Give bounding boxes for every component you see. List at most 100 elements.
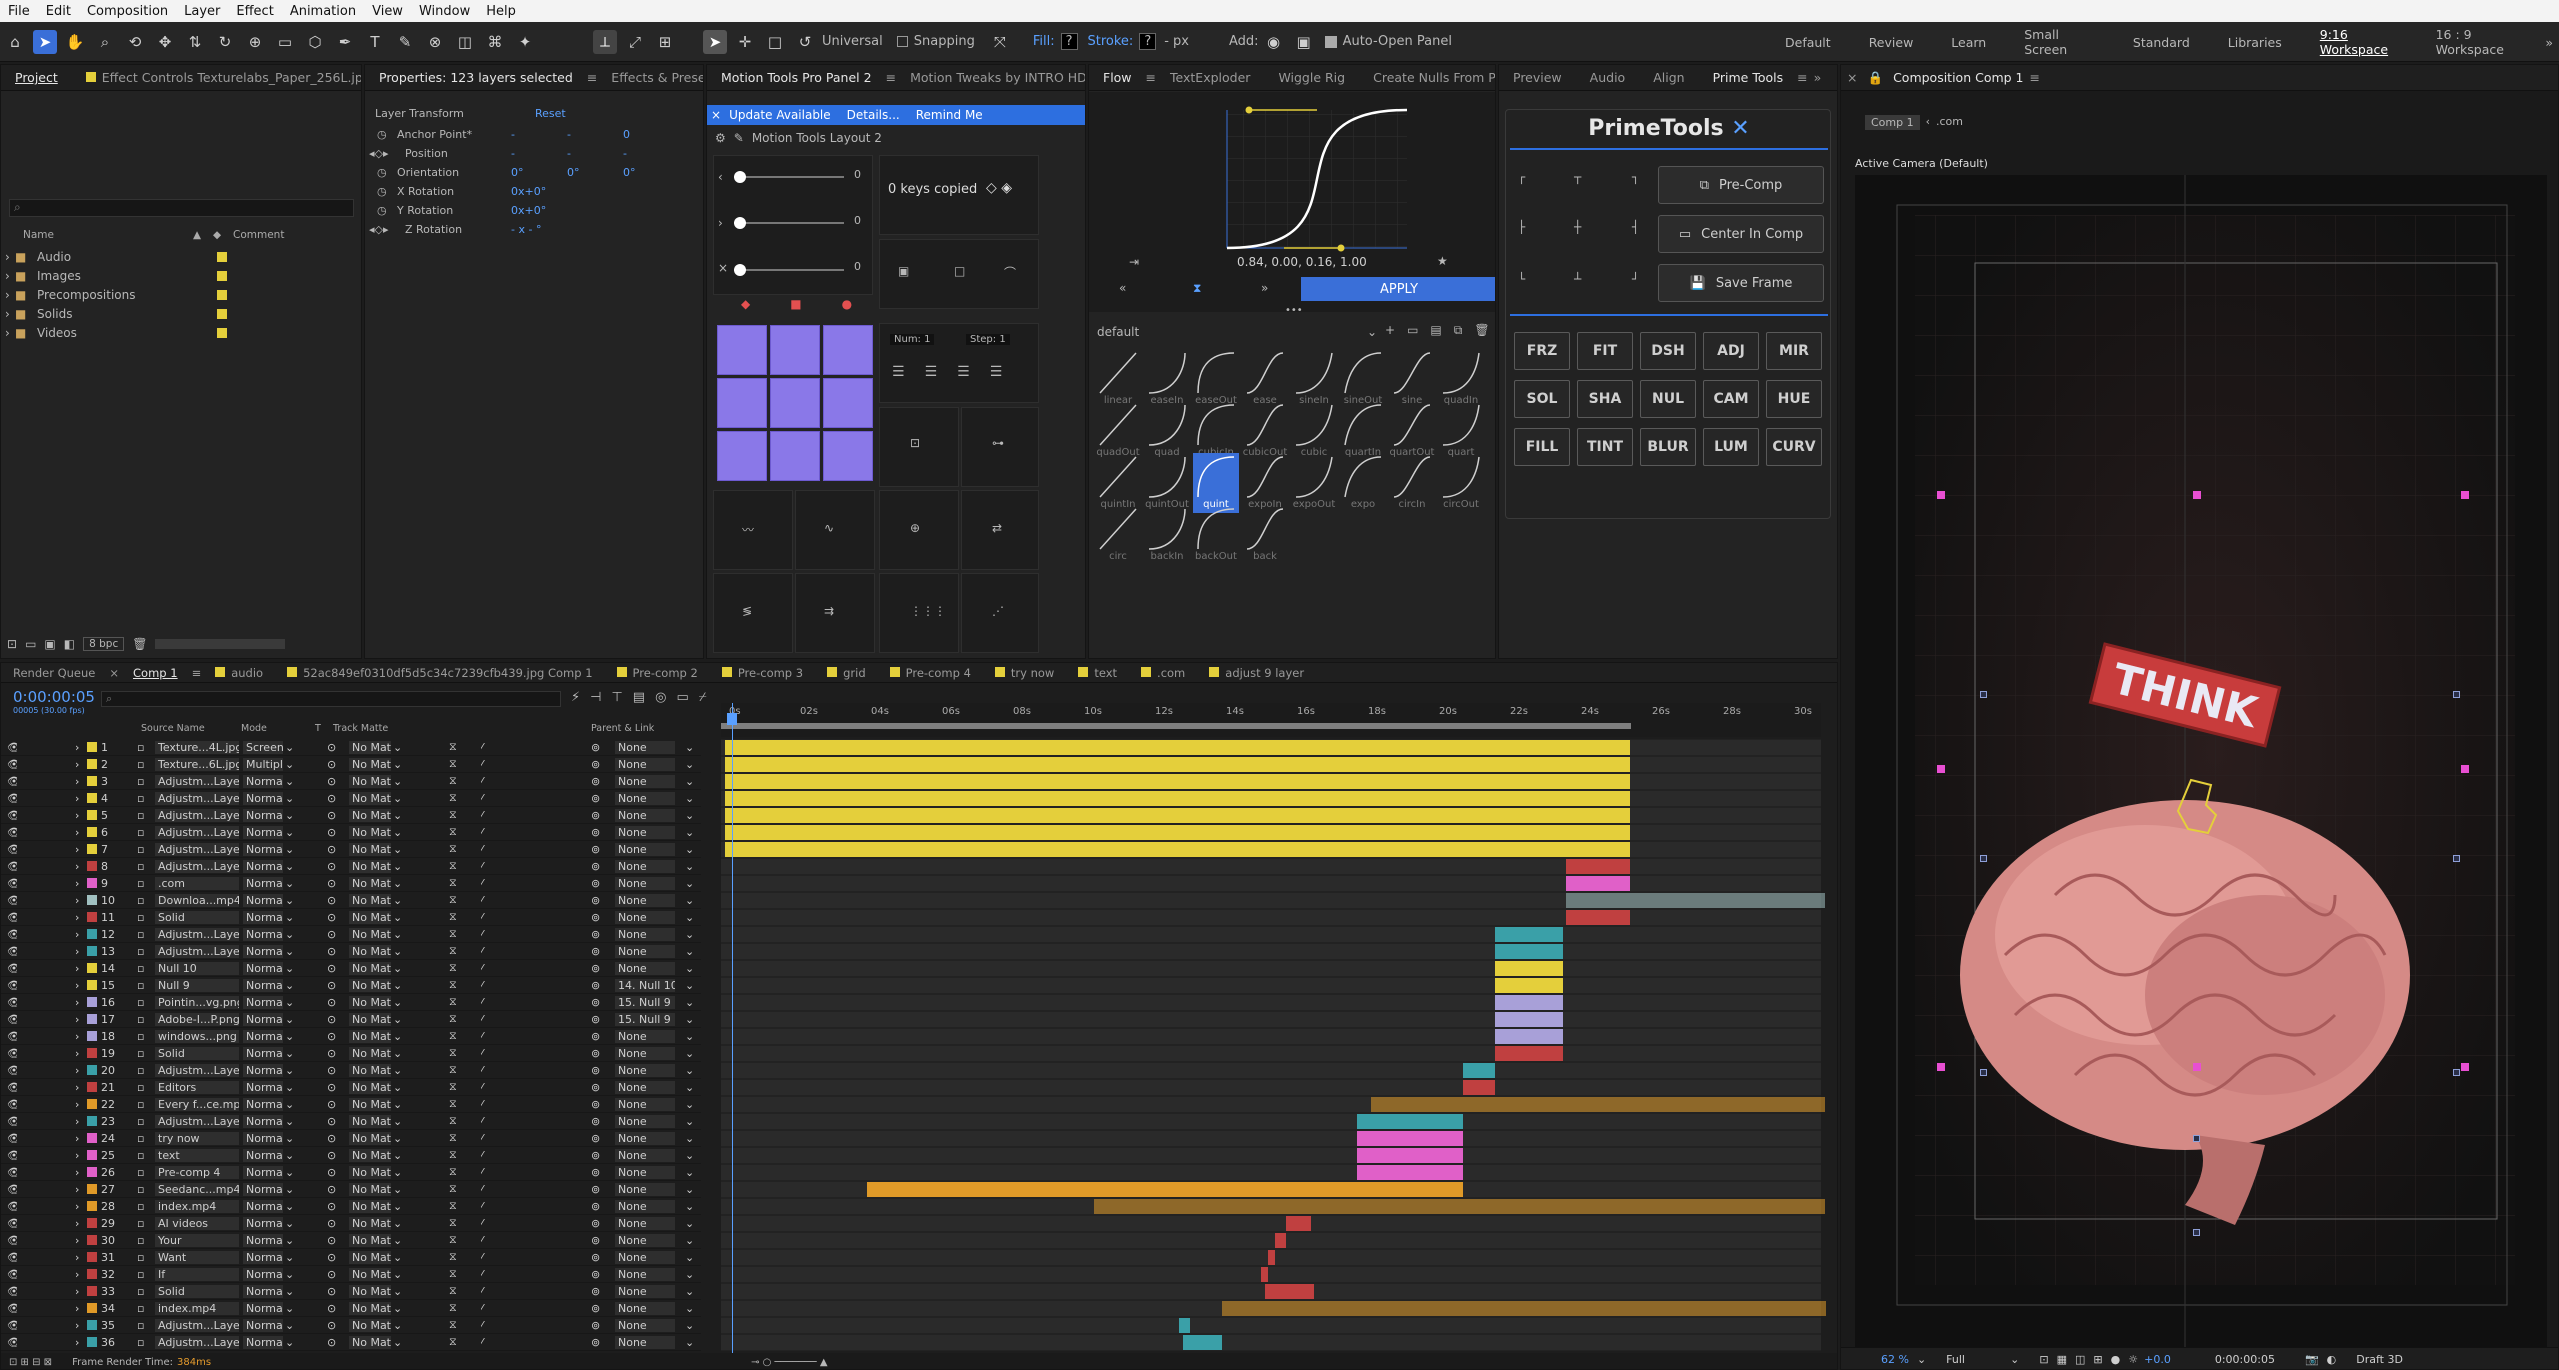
- chevron-down-icon[interactable]: ⌄: [393, 775, 401, 788]
- chevron-down-icon[interactable]: ⌄: [393, 1030, 401, 1043]
- pickwhip-icon[interactable]: ⊚: [591, 1064, 601, 1077]
- track-matte-icon[interactable]: ⊙: [327, 1319, 337, 1332]
- chevron-down-icon[interactable]: ⌄: [685, 1234, 693, 1247]
- track-matte-select[interactable]: No Mat: [349, 1216, 391, 1230]
- workspace-916[interactable]: 9:16 Workspace: [2301, 27, 2426, 57]
- menu-composition[interactable]: Composition: [79, 4, 176, 19]
- num-input[interactable]: Num: 1: [890, 334, 935, 345]
- label-color[interactable]: [87, 1099, 97, 1109]
- quality-switch-icon[interactable]: ⁄: [481, 826, 491, 839]
- parent-select[interactable]: None: [615, 1182, 675, 1196]
- ease-preset-ease[interactable]: ease: [1242, 349, 1288, 409]
- pickwhip-icon[interactable]: ⊚: [591, 809, 601, 822]
- connect-icon[interactable]: ⊶: [992, 436, 1004, 450]
- chevron-down-icon[interactable]: ⌄: [393, 826, 401, 839]
- label-color[interactable]: [87, 1286, 97, 1296]
- label-color[interactable]: [87, 980, 97, 990]
- timeline-tab[interactable]: try now: [983, 666, 1066, 680]
- chevron-right-icon[interactable]: ›: [75, 860, 83, 873]
- chevron-down-icon[interactable]: ⌄: [285, 1200, 293, 1213]
- eye-icon[interactable]: 👁: [7, 996, 17, 1009]
- label-color[interactable]: [87, 1303, 97, 1313]
- anchor-center[interactable]: [770, 378, 820, 428]
- table-row[interactable]: 👁›27▫Seedanc...mp4Normal⌄⊙No Mat⌄⧖⁄⊚None…: [1, 1181, 701, 1198]
- mode-select[interactable]: Normal: [243, 1114, 283, 1128]
- table-row[interactable]: 👁›10▫Downloa...mp4Normal⌄⊙No Mat⌄⧖⁄⊚None…: [1, 892, 701, 909]
- chevron-down-icon[interactable]: ⌄: [393, 911, 401, 924]
- parent-select[interactable]: None: [615, 1301, 675, 1315]
- quality-switch-icon[interactable]: ⁄: [481, 1115, 491, 1128]
- center-in-comp-button[interactable]: ▭ Center In Comp: [1658, 215, 1824, 253]
- mode-select[interactable]: Normal: [243, 1284, 283, 1298]
- eye-icon[interactable]: 👁: [7, 1132, 17, 1145]
- menu-edit[interactable]: Edit: [38, 4, 79, 19]
- eye-icon[interactable]: 👁: [7, 1302, 17, 1315]
- chevron-down-icon[interactable]: ⌄: [685, 1268, 693, 1281]
- track-matte-select[interactable]: No Mat: [349, 1233, 391, 1247]
- align-left-icon[interactable]: ├: [1518, 220, 1525, 234]
- slider-value[interactable]: 0: [854, 214, 861, 227]
- track-matte-icon[interactable]: ⊙: [327, 775, 337, 788]
- pickwhip-icon[interactable]: ⊚: [591, 1030, 601, 1043]
- eye-icon[interactable]: 👁: [7, 1268, 17, 1281]
- chevron-down-icon[interactable]: ⌄: [393, 1251, 401, 1264]
- menu-animation[interactable]: Animation: [282, 4, 364, 19]
- pt-button-nul[interactable]: NUL: [1640, 380, 1696, 418]
- layer-duration-bar[interactable]: [1463, 1063, 1496, 1078]
- shy-switch-icon[interactable]: ⧖: [449, 740, 459, 754]
- chevron-down-icon[interactable]: ⌄: [393, 945, 401, 958]
- keyframe-nav-icon[interactable]: ◂◇▸: [365, 223, 389, 236]
- pt-button-curv[interactable]: CURV: [1766, 428, 1822, 466]
- layer-duration-bar[interactable]: [725, 740, 1631, 755]
- chevron-down-icon[interactable]: ⌄: [685, 1013, 693, 1026]
- quality-switch-icon[interactable]: ⁄: [481, 1285, 491, 1298]
- chevron-down-icon[interactable]: ⌄: [285, 1115, 293, 1128]
- label-color[interactable]: [87, 1201, 97, 1211]
- table-row[interactable]: 👁›7▫Adjustm...LayerNormal⌄⊙No Mat⌄⧖⁄⊚Non…: [1, 841, 701, 858]
- chevron-down-icon[interactable]: ⌄: [685, 1047, 693, 1060]
- track-matte-select[interactable]: No Mat: [349, 1148, 391, 1162]
- pickwhip-icon[interactable]: ⊚: [591, 1149, 601, 1162]
- col-parent[interactable]: Parent & Link: [591, 723, 654, 734]
- zoom-slider-icon[interactable]: ⊸ ○ ─────── ▲: [751, 1357, 827, 1368]
- chevron-down-icon[interactable]: ⌄: [685, 979, 693, 992]
- quality-switch-icon[interactable]: ⁄: [481, 1319, 491, 1332]
- track-matte-select[interactable]: No Mat: [349, 1335, 391, 1349]
- shy-switch-icon[interactable]: ⧖: [449, 1114, 459, 1128]
- chevron-down-icon[interactable]: ⌄: [393, 1200, 401, 1213]
- quality-switch-icon[interactable]: ⁄: [481, 741, 491, 754]
- transform-handle[interactable]: [1937, 491, 1945, 499]
- label-color[interactable]: [87, 1218, 97, 1228]
- timeline-tab[interactable]: audio: [203, 666, 275, 680]
- mode-select[interactable]: Normal: [243, 1301, 283, 1315]
- roto-brush-icon[interactable]: ⌘: [483, 30, 507, 54]
- snap-options-icon[interactable]: ⤧: [988, 30, 1012, 54]
- transparency-grid-icon[interactable]: ▦: [2057, 1353, 2067, 1366]
- col-mode[interactable]: Mode: [241, 723, 267, 734]
- timeline-tab[interactable]: Pre-comp 3: [710, 666, 815, 680]
- quality-switch-icon[interactable]: ⁄: [481, 877, 491, 890]
- chevron-right-icon[interactable]: ›: [75, 1268, 83, 1281]
- panel-menu-icon[interactable]: ≡: [190, 666, 204, 680]
- chevron-down-icon[interactable]: ⌄: [285, 1251, 293, 1264]
- comp-marker-icon[interactable]: ⊣: [590, 690, 601, 705]
- quality-switch-icon[interactable]: ⁄: [481, 1030, 491, 1043]
- parent-select[interactable]: None: [615, 944, 675, 958]
- ease-preset-quadIn[interactable]: quadIn: [1438, 349, 1484, 409]
- chevron-down-icon[interactable]: ⌄: [393, 1217, 401, 1230]
- shy-switch-icon[interactable]: ⧖: [449, 961, 459, 975]
- chevron-down-icon[interactable]: ⌄: [685, 962, 693, 975]
- mode-select[interactable]: Normal: [243, 1012, 283, 1026]
- workspace-default[interactable]: Default: [1766, 35, 1850, 50]
- pickwhip-icon[interactable]: ⊚: [591, 1234, 601, 1247]
- parent-select[interactable]: None: [615, 859, 675, 873]
- shy-switch-icon[interactable]: ⧖: [449, 1097, 459, 1111]
- ease-preset-linear[interactable]: linear: [1095, 349, 1141, 409]
- swap-icon[interactable]: ⇄: [992, 521, 1002, 535]
- shy-switch-icon[interactable]: ⧖: [449, 1216, 459, 1230]
- snapping-checkbox[interactable]: [896, 36, 908, 47]
- eye-icon[interactable]: 👁: [7, 945, 17, 958]
- crumb-comp1[interactable]: Comp 1: [1865, 115, 1920, 130]
- layer-duration-bar[interactable]: [725, 825, 1631, 840]
- pt-button-tint[interactable]: TINT: [1577, 428, 1633, 466]
